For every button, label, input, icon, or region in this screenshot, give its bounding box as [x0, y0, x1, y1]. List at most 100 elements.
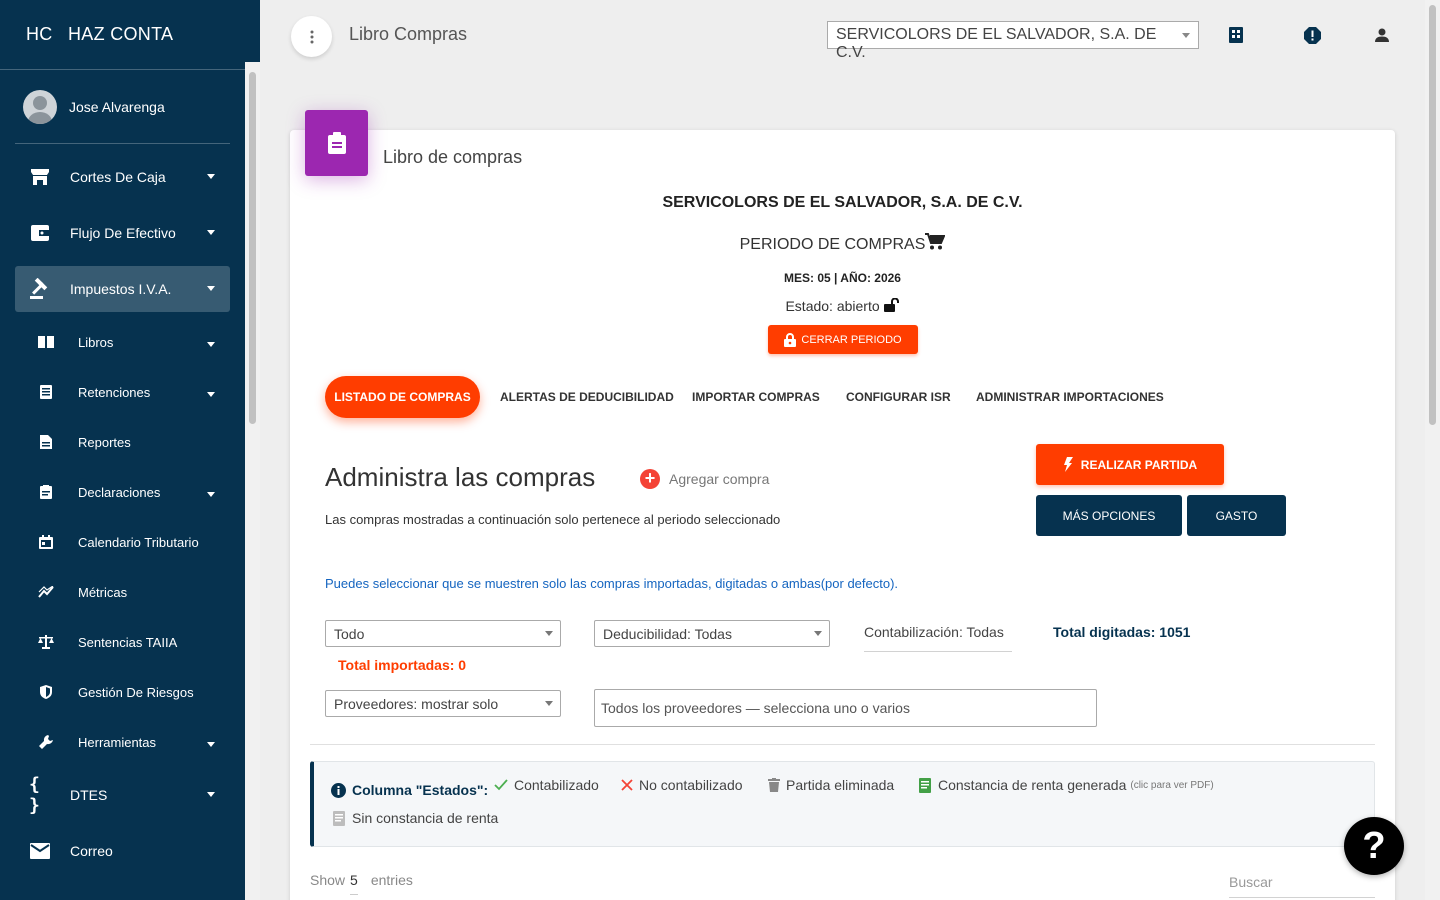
realizar-partida-button[interactable]: REALIZAR PARTIDA	[1036, 444, 1224, 485]
more-vertical-icon	[310, 30, 313, 43]
sidebar-scrollbar[interactable]	[245, 62, 260, 900]
tab-listado-de-compras[interactable]: LISTADO DE COMPRAS	[325, 376, 480, 418]
sidebar-item-reportes[interactable]: Reportes	[15, 422, 230, 462]
tab-configurar-isr[interactable]: CONFIGURAR ISR	[846, 376, 951, 418]
sidebar-item-correo[interactable]: Correo	[15, 828, 230, 874]
add-purchase-label: Agregar compra	[669, 471, 770, 487]
entries-select[interactable]: 5	[350, 872, 358, 895]
window-scrollbar[interactable]	[1425, 0, 1440, 900]
sidebar-item-label: Retenciones	[78, 384, 151, 400]
sidebar-item-label: Métricas	[78, 584, 128, 600]
add-purchase-button[interactable]: + Agregar compra	[640, 469, 769, 489]
show-label: Show	[310, 872, 346, 888]
legend-constancia-generada: Constancia de renta generada (clic para …	[918, 777, 1214, 793]
user-profile[interactable]: Jose Alvarenga	[15, 70, 230, 144]
accounting-filter-select[interactable]: Contabilización: Todas	[864, 624, 1012, 652]
info-icon	[331, 782, 346, 798]
company-select[interactable]: SERVICOLORS DE EL SALVADOR, S.A. DE C.V.	[827, 21, 1199, 61]
caret-down-icon	[207, 392, 215, 397]
sidebar-item-flujo-de-efectivo[interactable]: Flujo De Efectivo	[15, 210, 230, 256]
window-scrollbar-thumb[interactable]	[1429, 5, 1436, 425]
sidebar-item-retenciones[interactable]: Retenciones	[15, 372, 230, 412]
sidebar-item-dtes[interactable]: { } DTES	[15, 772, 230, 818]
period-status: Estado: abierto	[290, 297, 1395, 314]
section-title: Administra las compras	[325, 462, 596, 492]
tab-alertas-de-deducibilidad[interactable]: ALERTAS DE DEDUCIBILIDAD	[500, 376, 674, 418]
legend-no-contabilizado: No contabilizado	[621, 777, 743, 793]
store-icon	[29, 166, 51, 188]
lightning-icon	[1063, 457, 1073, 472]
close-icon	[621, 779, 633, 791]
clipboard-icon	[38, 484, 54, 500]
menu-button[interactable]	[291, 16, 332, 57]
legend-contabilizado: Contabilizado	[494, 777, 599, 793]
period-heading: PERIODO DE COMPRAS	[290, 233, 1395, 254]
divider	[310, 744, 1375, 745]
sidebar-item-calendario-tributario[interactable]: Calendario Tributario	[15, 522, 230, 562]
sidebar-item-label: Libros	[78, 334, 114, 350]
scale-icon	[38, 634, 54, 650]
sidebar-item-impuestos-iva[interactable]: Impuestos I.V.A.	[15, 266, 230, 312]
user-account-icon[interactable]	[1372, 25, 1392, 45]
sidebar-item-label: Calendario Tributario	[78, 534, 199, 550]
chevron-down-icon	[545, 631, 553, 636]
sidebar-item-sentencias-taiia[interactable]: Sentencias TAIIA	[15, 622, 230, 662]
certificate-green-icon	[918, 777, 932, 793]
brand[interactable]: HC HAZ CONTA	[0, 0, 245, 70]
period-month-year: MES: 05 | AÑO: 2026	[784, 271, 901, 285]
source-filter-select[interactable]: Todo	[325, 620, 561, 647]
building-icon[interactable]	[1226, 25, 1246, 45]
sidebar-item-label: Gestión De Riesgos	[78, 684, 194, 700]
chevron-down-icon	[814, 631, 822, 636]
sidebar-nav: Cortes De Caja Flujo De Efectivo Impuest…	[0, 154, 260, 874]
tab-importar-compras[interactable]: IMPORTAR COMPRAS	[692, 376, 820, 418]
help-button[interactable]: ?	[1344, 817, 1404, 875]
tab-administrar-importaciones[interactable]: ADMINISTRAR IMPORTACIONES	[976, 376, 1164, 418]
deductibility-filter-value: Deducibilidad: Todas	[603, 626, 732, 642]
legend-sin-constancia: Sin constancia de renta	[332, 810, 498, 826]
chart-icon	[38, 584, 54, 600]
document-icon	[38, 434, 54, 450]
sidebar-item-cortes-de-caja[interactable]: Cortes De Caja	[15, 154, 230, 200]
deductibility-filter-select[interactable]: Deducibilidad: Todas	[594, 620, 830, 647]
total-importadas: Total importadas: 0	[338, 657, 467, 673]
entries-label: entries	[370, 872, 413, 888]
sidebar-item-gestion-de-riesgos[interactable]: Gestión De Riesgos	[15, 672, 230, 712]
sidebar-item-label: Sentencias TAIIA	[78, 634, 178, 650]
company-select-value: SERVICOLORS DE EL SALVADOR, S.A. DE C.V.	[836, 26, 1157, 61]
legend-no-contabilizado-label: No contabilizado	[639, 777, 743, 793]
sidebar-item-label: Reportes	[78, 434, 131, 450]
wallet-icon	[29, 222, 51, 244]
providers-multiselect-input[interactable]: Todos los proveedores — selecciona uno o…	[594, 689, 1097, 727]
caret-down-icon	[207, 342, 215, 347]
trash-icon	[768, 778, 780, 792]
check-icon	[494, 779, 508, 791]
company-name: SERVICOLORS DE EL SALVADOR, S.A. DE C.V.	[662, 194, 1023, 211]
caret-down-icon	[207, 174, 215, 179]
sidebar-item-label: Impuestos I.V.A.	[70, 281, 172, 297]
sidebar-item-declaraciones[interactable]: Declaraciones	[15, 472, 230, 512]
caret-down-icon	[207, 742, 215, 747]
brand-mini: HC	[26, 24, 53, 44]
sidebar-scrollbar-thumb[interactable]	[249, 72, 256, 424]
alert-icon[interactable]	[1302, 25, 1322, 45]
period-status-text: Estado: abierto	[785, 298, 880, 314]
chevron-down-icon	[545, 701, 553, 706]
caret-down-icon	[207, 792, 215, 797]
brand-name: HAZ CONTA	[68, 24, 174, 44]
unlock-icon	[883, 297, 899, 312]
legend-constancia-label: Constancia de renta generada	[938, 777, 1127, 793]
more-options-button[interactable]: MÁS OPCIONES	[1036, 495, 1182, 536]
sidebar-item-label: Herramientas	[78, 734, 157, 750]
gasto-button[interactable]: GASTO	[1187, 495, 1286, 536]
close-period-button[interactable]: CERRAR PERIODO	[768, 325, 918, 354]
sidebar-item-metricas[interactable]: Métricas	[15, 572, 230, 612]
table-search-input[interactable]: Buscar	[1229, 874, 1375, 898]
sidebar-item-libros[interactable]: Libros	[15, 322, 230, 362]
sidebar-item-herramientas[interactable]: Herramientas	[15, 722, 230, 762]
provider-mode-select[interactable]: Proveedores: mostrar solo	[325, 690, 561, 717]
sidebar-item-label: Declaraciones	[78, 484, 161, 500]
section-description: Las compras mostradas a continuación sol…	[325, 512, 781, 527]
sidebar-item-label: Flujo De Efectivo	[70, 225, 176, 241]
user-name: Jose Alvarenga	[69, 98, 165, 115]
